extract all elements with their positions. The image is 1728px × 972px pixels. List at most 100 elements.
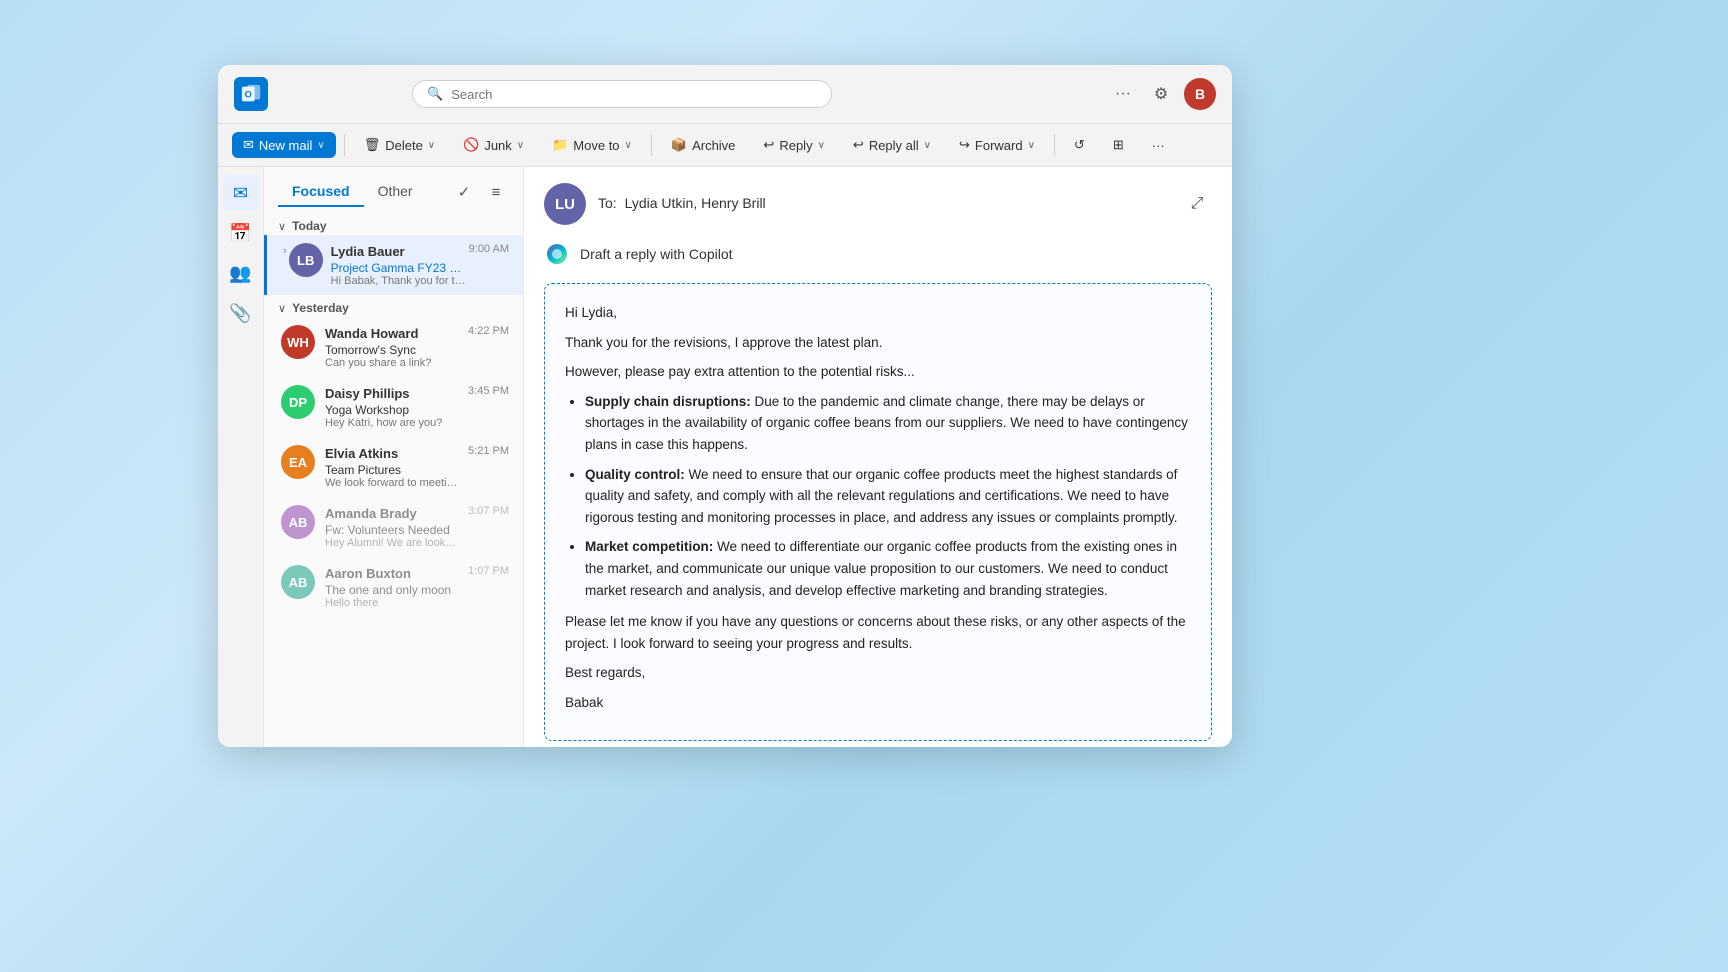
reply-all-button[interactable]: ↩ Reply all ∨ [842, 132, 942, 158]
mail-preview: Hey Katri, how are you? [325, 417, 458, 429]
mail-sender: Wanda Howard [325, 326, 418, 341]
mail-subject: Tomorrow's Sync [325, 343, 458, 357]
undo-button[interactable]: ↺ [1063, 132, 1096, 158]
mail-list-actions: ✓ ≡ [451, 179, 509, 205]
mail-preview: Hi Babak, Thank you for taking the [331, 275, 469, 287]
search-input[interactable] [451, 87, 817, 102]
mail-item-right: 1:07 PM [468, 565, 509, 577]
toolbar-more-icon: ··· [1152, 138, 1165, 153]
junk-button[interactable]: 🚫 Junk ∨ [452, 132, 535, 158]
archive-label: Archive [692, 138, 735, 153]
mail-item[interactable]: AB Aaron Buxton The one and only moon He… [264, 557, 523, 617]
mail-item-content: Wanda Howard Tomorrow's Sync Can you sha… [325, 325, 458, 369]
draft-text: Hi Lydia, Thank you for the revisions, I… [565, 302, 1191, 714]
ellipsis-icon: ··· [1115, 85, 1131, 103]
user-avatar-button[interactable]: B [1184, 78, 1216, 110]
tabs-row: Focused Other [278, 177, 427, 207]
sidebar-item-calendar[interactable]: 📅 [223, 215, 259, 251]
mail-item-right: 9:00 AM [469, 243, 509, 255]
avatar: WH [281, 325, 315, 359]
recipient-avatar: LU [544, 183, 586, 225]
mail-time: 1:07 PM [468, 565, 509, 577]
mail-list-header: Focused Other ✓ ≡ [264, 167, 523, 213]
mail-sender: Daisy Phillips [325, 386, 410, 401]
delete-icon: 🗑 [364, 137, 381, 153]
junk-icon: 🚫 [463, 137, 479, 153]
svg-text:O: O [245, 90, 252, 100]
sidebar-item-mail[interactable]: ✉ [223, 175, 259, 211]
recipients: Lydia Utkin, Henry Brill [625, 195, 766, 211]
mail-sender: Amanda Brady [325, 506, 417, 521]
draft-para1: Thank you for the revisions, I approve t… [565, 332, 1191, 354]
today-group-header: ∨ Today [264, 213, 523, 235]
avatar-initials: B [1195, 86, 1205, 102]
move-to-button[interactable]: 📁 Move to ∨ [541, 132, 643, 158]
draft-bullet-3: Market competition: We need to different… [585, 536, 1191, 601]
filter-button[interactable]: ≡ [483, 179, 509, 205]
mail-time: 5:21 PM [468, 445, 509, 457]
mail-item[interactable]: AB Amanda Brady Fw: Volunteers Needed He… [264, 497, 523, 557]
reply-all-icon: ↩ [853, 137, 864, 153]
to-label: To: [598, 195, 617, 211]
draft-bullets-list: Supply chain disruptions: Due to the pan… [585, 391, 1191, 601]
avatar: AB [281, 565, 315, 599]
new-mail-chevron-icon: ∨ [317, 140, 324, 151]
tab-other[interactable]: Other [364, 177, 427, 207]
avatar: EA [281, 445, 315, 479]
mail-subject: Yoga Workshop [325, 403, 458, 417]
delete-label: Delete [385, 138, 423, 153]
toolbar-more-button[interactable]: ··· [1141, 133, 1176, 158]
yesterday-chevron-icon[interactable]: ∨ [278, 302, 286, 315]
move-to-chevron-icon: ∨ [625, 140, 632, 151]
expand-thread-icon[interactable]: › [281, 243, 289, 259]
sidebar-icons: ✉ 📅 👥 📎 [218, 167, 264, 747]
toolbar: ✉ New mail ∨ 🗑 Delete ∨ 🚫 Junk ∨ 📁 Move … [218, 124, 1232, 167]
mark-read-button[interactable]: ✓ [451, 179, 477, 205]
mail-item[interactable]: EA Elvia Atkins Team Pictures We look fo… [264, 437, 523, 497]
mail-subject: The one and only moon [325, 583, 458, 597]
draft-bullet-2: Quality control: We need to ensure that … [585, 464, 1191, 529]
grid-view-button[interactable]: ⊞ [1102, 132, 1135, 158]
junk-chevron-icon: ∨ [517, 140, 524, 151]
mail-item[interactable]: › LB Lydia Bauer Project Gamma FY23 Plan… [264, 235, 523, 295]
reply-all-label: Reply all [869, 138, 919, 153]
mail-item-content: Lydia Bauer Project Gamma FY23 Planni Hi… [331, 243, 469, 287]
junk-label: Junk [484, 138, 511, 153]
forward-icon: ↪ [959, 137, 970, 153]
mail-sender: Lydia Bauer [331, 244, 405, 259]
sidebar-item-people[interactable]: 👥 [223, 255, 259, 291]
mail-item-content: Amanda Brady Fw: Volunteers Needed Hey A… [325, 505, 458, 549]
forward-button[interactable]: ↪ Forward ∨ [948, 132, 1046, 158]
today-chevron-icon[interactable]: ∨ [278, 220, 286, 233]
mail-sender: Aaron Buxton [325, 566, 411, 581]
new-mail-icon: ✉ [243, 137, 254, 153]
move-to-label: Move to [573, 138, 619, 153]
settings-button[interactable]: ⚙ [1146, 79, 1176, 109]
today-label: Today [292, 219, 326, 233]
draft-box: Hi Lydia, Thank you for the revisions, I… [544, 283, 1212, 741]
tab-focused[interactable]: Focused [278, 177, 364, 207]
draft-greeting: Hi Lydia, [565, 302, 1191, 324]
calendar-icon: 📅 [229, 223, 251, 244]
delete-button[interactable]: 🗑 Delete ∨ [353, 132, 446, 158]
filter-icon: ≡ [492, 184, 501, 201]
mail-time: 3:45 PM [468, 385, 509, 397]
draft-bullet-1: Supply chain disruptions: Due to the pan… [585, 391, 1191, 456]
mail-time: 4:22 PM [468, 325, 509, 337]
new-mail-label: New mail [259, 138, 312, 153]
expand-mail-button[interactable]: ⤢ [1182, 189, 1212, 219]
more-options-button[interactable]: ··· [1108, 79, 1138, 109]
mail-sender: Elvia Atkins [325, 446, 398, 461]
mail-item[interactable]: WH Wanda Howard Tomorrow's Sync Can you … [264, 317, 523, 377]
recipient-row: LU To: Lydia Utkin, Henry Brill ⤢ [544, 183, 1212, 225]
sidebar-item-files[interactable]: 📎 [223, 295, 259, 331]
mail-item-content: Daisy Phillips Yoga Workshop Hey Katri, … [325, 385, 458, 429]
toolbar-divider-1 [344, 134, 345, 156]
mail-preview: Hello there [325, 597, 458, 609]
mail-item-right: 3:07 PM [468, 505, 509, 517]
recipient-to-label: To: Lydia Utkin, Henry Brill [598, 195, 766, 211]
archive-button[interactable]: 📦 Archive [660, 132, 747, 158]
reply-button[interactable]: ↩ Reply ∨ [752, 132, 835, 158]
new-mail-button[interactable]: ✉ New mail ∨ [232, 132, 336, 158]
mail-item[interactable]: DP Daisy Phillips Yoga Workshop Hey Katr… [264, 377, 523, 437]
